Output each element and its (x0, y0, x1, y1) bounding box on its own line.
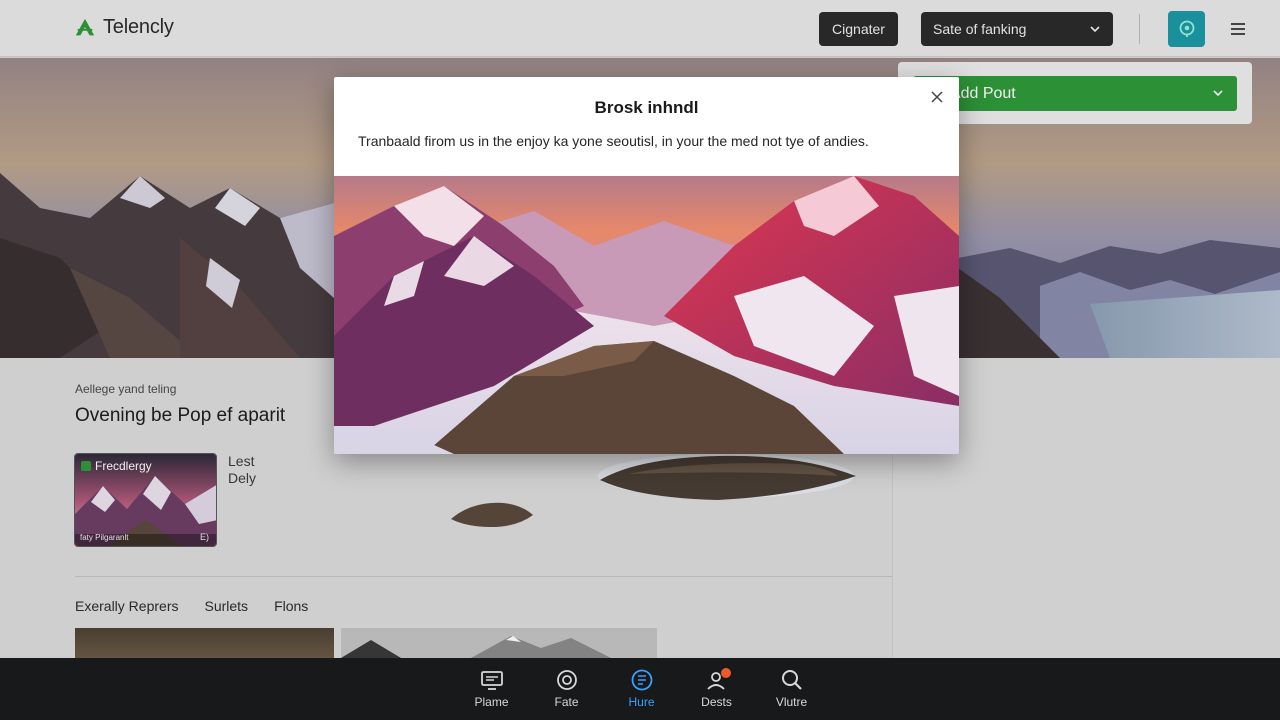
info-modal: Brosk inhndl Tranbaald firom us in the e… (334, 77, 959, 454)
tab-surlets[interactable]: Surlets (204, 598, 248, 614)
target-icon (556, 670, 577, 690)
add-post-button[interactable]: ut Add Pout (913, 76, 1237, 111)
modal-title: Brosk inhndl (594, 98, 699, 117)
rock-island-image (598, 454, 856, 500)
bottom-nav: Plame Fate Hure Dests Vlutre (0, 658, 1280, 720)
logo-icon (75, 18, 95, 35)
monitor-icon (480, 671, 503, 690)
nav-item-hure[interactable]: Hure (604, 658, 679, 720)
signup-button[interactable]: Cignater (819, 12, 898, 46)
header-divider (1139, 14, 1140, 44)
nav-item-fate[interactable]: Fate (529, 658, 604, 720)
card-meta-line: Dely (228, 470, 257, 486)
section-divider (75, 576, 892, 577)
app-logo[interactable]: Telencly (74, 16, 174, 39)
card-badge-icon (81, 461, 91, 471)
content-tabs: Exerally Reprers Surlets Flons (75, 598, 308, 614)
top-bar: Telencly Cignater Sate of fanking (0, 0, 1280, 57)
modal-mountain-image (334, 176, 959, 454)
modal-body-text: Tranbaald firom us in the enjoy ka yone … (358, 133, 869, 149)
nav-item-label: Vlutre (775, 695, 808, 709)
sort-select-label: Sate of fanking (933, 21, 1027, 37)
section-eyebrow: Aellege yand teling (75, 382, 177, 396)
mountain-thumb-image (341, 628, 657, 658)
nav-item-label: Fate (554, 695, 579, 709)
location-pin-icon (1179, 20, 1194, 37)
tab-flons[interactable]: Flons (274, 598, 308, 614)
sort-select[interactable]: Sate of fanking (921, 12, 1113, 46)
close-icon (931, 91, 943, 103)
modal-close-button[interactable] (927, 87, 947, 107)
hamburger-icon (1231, 23, 1245, 35)
list-circle-icon (631, 669, 652, 691)
section-title: Ovening be Pop ef aparit (75, 405, 286, 426)
menu-button[interactable] (1226, 18, 1250, 40)
search-icon (781, 670, 802, 690)
nav-item-label: Plame (474, 695, 509, 709)
modal-header: Brosk inhndl Tranbaald firom us in the e… (334, 77, 959, 176)
nav-item-plame[interactable]: Plame (454, 658, 529, 720)
chevron-down-icon (1213, 90, 1223, 97)
card-caption: faty Pilgaranlt (80, 533, 129, 542)
gallery-thumbnail[interactable] (341, 628, 657, 658)
chevron-down-icon (1090, 26, 1100, 33)
card-title: Frecdlergy (81, 459, 152, 473)
nav-item-label: Dests (701, 695, 732, 709)
card-meta: Lest Dely (228, 453, 256, 487)
bottom-nav-items: Plame Fate Hure Dests Vlutre (454, 658, 829, 720)
nav-item-vlutre[interactable]: Vlutre (754, 658, 829, 720)
card-count: E) (200, 532, 209, 542)
feature-card[interactable]: Frecdlergy faty Pilgaranlt E) (74, 453, 217, 547)
small-rock-image (451, 502, 533, 527)
notification-badge (721, 668, 731, 678)
tab-reports[interactable]: Exerally Reprers (75, 598, 178, 614)
nav-item-dests[interactable]: Dests (679, 658, 754, 720)
location-button[interactable] (1168, 11, 1205, 47)
app-name: Telencly (103, 16, 174, 38)
gallery-thumbnail[interactable] (75, 628, 334, 658)
card-meta-line: Lest (228, 453, 255, 469)
nav-item-label: Hure (628, 695, 655, 709)
